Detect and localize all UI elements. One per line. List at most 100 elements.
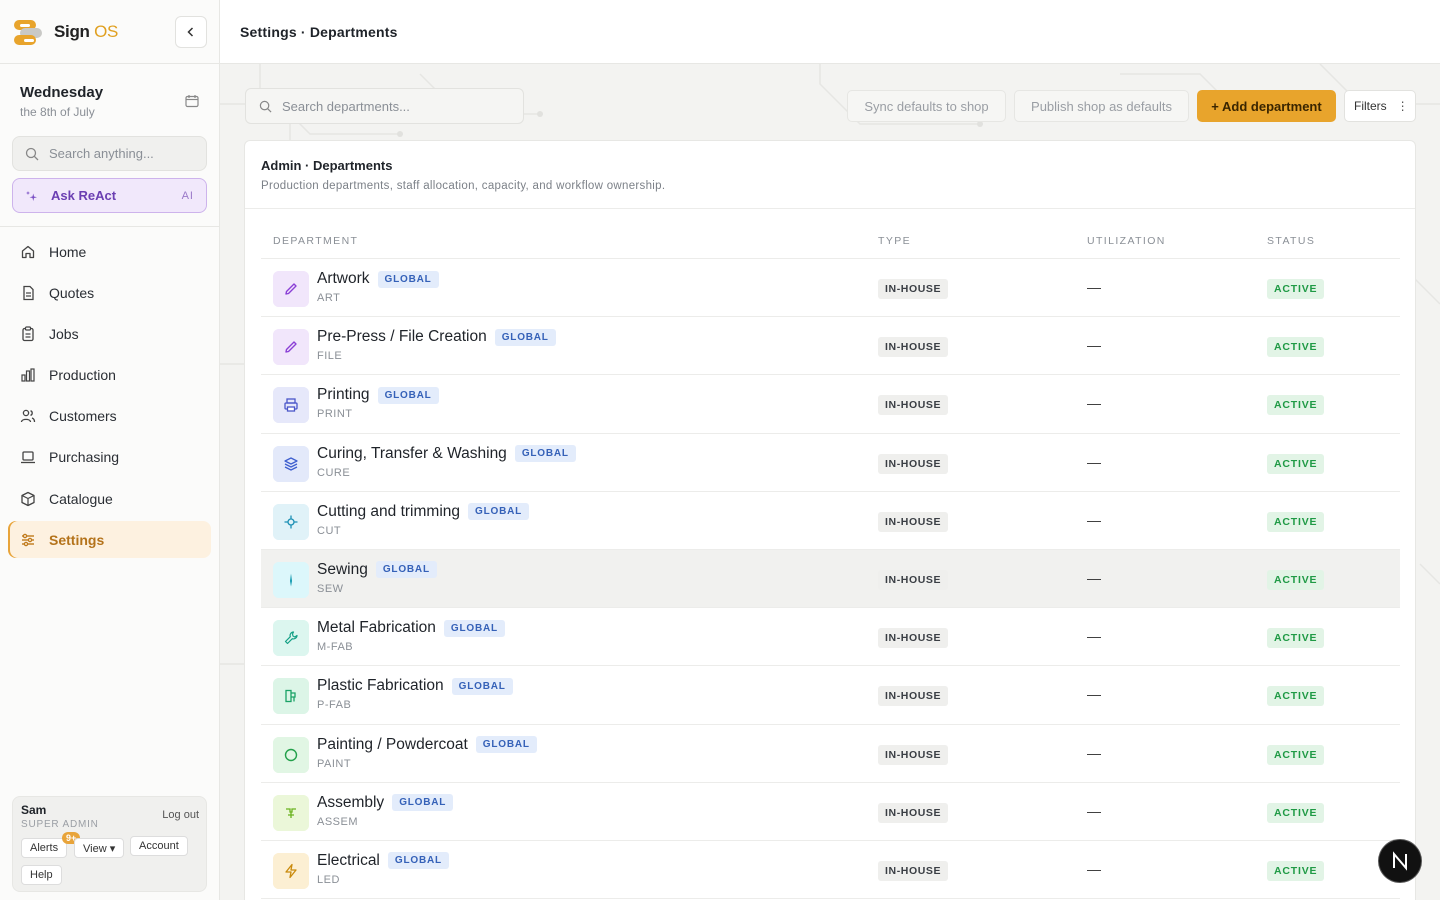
table-row[interactable]: Cutting and trimming GLOBAL CUT IN-HOUSE… bbox=[261, 492, 1400, 550]
table-row[interactable]: Metal Fabrication GLOBAL M-FAB IN-HOUSE … bbox=[261, 608, 1400, 667]
column-header-type[interactable]: TYPE bbox=[878, 235, 911, 247]
status-badge: ACTIVE bbox=[1267, 511, 1325, 532]
filters-button[interactable]: Filters ⋮ bbox=[1344, 90, 1416, 122]
global-badge: GLOBAL bbox=[475, 736, 537, 753]
status-badge: ACTIVE bbox=[1267, 802, 1325, 823]
calendar-icon[interactable] bbox=[185, 94, 199, 113]
publish-defaults-button[interactable]: Publish shop as defaults bbox=[1014, 90, 1189, 122]
department-name[interactable]: Electrical bbox=[317, 852, 380, 870]
assembly-icon bbox=[273, 794, 309, 831]
sidebar-item-quotes[interactable]: Quotes bbox=[8, 274, 211, 311]
table-row[interactable]: Sewing GLOBAL SEW IN-HOUSE — ACTIVE bbox=[261, 549, 1400, 609]
table-row[interactable]: Electrical GLOBAL LED IN-HOUSE — ACTIVE bbox=[261, 841, 1400, 900]
department-name-cell: Painting / Powdercoat GLOBAL bbox=[317, 736, 537, 754]
card-header: Admin · Departments Production departmen… bbox=[245, 141, 1415, 209]
sidebar-item-label: Quotes bbox=[49, 284, 95, 301]
type-badge: IN-HOUSE bbox=[878, 802, 949, 823]
departments-table-body: Artwork GLOBAL ART IN-HOUSE — ACTIVE Pre… bbox=[261, 259, 1400, 900]
global-badge: GLOBAL bbox=[377, 270, 439, 288]
sidebar-item-purchasing[interactable]: Purchasing bbox=[8, 439, 211, 476]
sidebar-item-customers[interactable]: Customers bbox=[8, 398, 211, 435]
sliders-icon bbox=[20, 532, 36, 548]
department-code: PAINT bbox=[317, 757, 352, 770]
brand-name-main: Sign bbox=[54, 21, 90, 41]
pencil-icon bbox=[273, 271, 309, 307]
department-code: FILE bbox=[317, 350, 343, 363]
status-badge: ACTIVE bbox=[1267, 686, 1325, 707]
department-search-input[interactable]: Search departments... bbox=[245, 88, 524, 124]
department-name[interactable]: Assembly bbox=[317, 794, 384, 812]
department-name-cell: Metal Fabrication GLOBAL bbox=[317, 619, 505, 637]
status-badge: ACTIVE bbox=[1267, 744, 1325, 765]
sidebar-item-home[interactable]: Home bbox=[8, 233, 211, 270]
floating-action-button[interactable] bbox=[1379, 840, 1421, 882]
table-row[interactable]: Curing, Transfer & Washing GLOBAL CURE I… bbox=[261, 434, 1400, 492]
alerts-button[interactable]: Alerts 9+ bbox=[21, 832, 81, 858]
sidebar-search-input[interactable]: Search anything... bbox=[12, 136, 207, 171]
department-name[interactable]: Metal Fabrication bbox=[317, 619, 436, 637]
department-name[interactable]: Printing bbox=[317, 386, 370, 404]
pencil-icon bbox=[273, 329, 309, 366]
global-badge: GLOBAL bbox=[443, 619, 505, 637]
utilization-value: — bbox=[1087, 802, 1101, 819]
table-row[interactable]: Artwork GLOBAL ART IN-HOUSE — ACTIVE bbox=[261, 259, 1400, 318]
column-header-department[interactable]: DEPARTMENT bbox=[273, 235, 358, 247]
collapse-sidebar-button[interactable] bbox=[175, 15, 207, 48]
sidebar-item-jobs[interactable]: Jobs bbox=[8, 315, 211, 352]
user-card: Sam SUPER ADMIN Log out Alerts 9+ View ▾… bbox=[12, 796, 207, 892]
more-vertical-icon: ⋮ bbox=[1396, 99, 1409, 113]
status-badge: ACTIVE bbox=[1267, 860, 1325, 881]
type-badge: IN-HOUSE bbox=[878, 511, 949, 532]
brand-name: Sign OS bbox=[54, 22, 118, 42]
sidebar-item-settings[interactable]: Settings bbox=[8, 521, 211, 559]
department-name-cell: Curing, Transfer & Washing GLOBAL bbox=[317, 445, 576, 463]
account-button[interactable]: Account bbox=[130, 836, 188, 856]
sidebar-item-label: Production bbox=[49, 367, 116, 384]
department-name[interactable]: Sewing bbox=[317, 561, 368, 579]
department-name[interactable]: Curing, Transfer & Washing bbox=[317, 445, 507, 463]
table-row[interactable]: Plastic Fabrication GLOBAL P-FAB IN-HOUS… bbox=[261, 666, 1400, 725]
utilization-value: — bbox=[1087, 337, 1101, 354]
table-row[interactable]: Pre-Press / File Creation GLOBAL FILE IN… bbox=[261, 317, 1400, 376]
type-badge: IN-HOUSE bbox=[878, 569, 949, 590]
needle-icon bbox=[273, 561, 309, 598]
department-name-cell: Cutting and trimming GLOBAL bbox=[317, 503, 530, 521]
brand-logo-icon[interactable] bbox=[14, 18, 42, 46]
department-name-cell: Assembly GLOBAL bbox=[317, 794, 454, 812]
department-code: ASSEM bbox=[317, 815, 359, 828]
type-badge: IN-HOUSE bbox=[878, 686, 949, 707]
laptop-icon bbox=[20, 449, 36, 465]
sidebar: Sign OS Wednesday the 8th of July Search… bbox=[0, 0, 220, 900]
status-badge: ACTIVE bbox=[1267, 395, 1325, 416]
departments-card: Admin · Departments Production departmen… bbox=[244, 140, 1416, 900]
sidebar-item-label: Jobs bbox=[49, 325, 79, 342]
sidebar-item-label: Catalogue bbox=[49, 490, 113, 507]
column-header-utilization[interactable]: UTILIZATION bbox=[1087, 235, 1166, 247]
department-name[interactable]: Plastic Fabrication bbox=[317, 677, 444, 695]
table-row[interactable]: Printing GLOBAL PRINT IN-HOUSE — ACTIVE bbox=[261, 375, 1400, 434]
department-code: P-FAB bbox=[317, 699, 352, 712]
department-name[interactable]: Painting / Powdercoat bbox=[317, 736, 468, 754]
sidebar-item-catalogue[interactable]: Catalogue bbox=[8, 480, 211, 517]
chevron-left-icon bbox=[187, 26, 194, 37]
department-name[interactable]: Artwork bbox=[317, 270, 370, 288]
n-logo-icon bbox=[1393, 851, 1407, 871]
help-button[interactable]: Help bbox=[21, 865, 62, 885]
table-row[interactable]: Assembly GLOBAL ASSEM IN-HOUSE — ACTIVE bbox=[261, 783, 1400, 841]
view-dropdown[interactable]: View ▾ bbox=[74, 838, 125, 858]
top-bar: Settings · Departments bbox=[220, 0, 1440, 64]
department-name[interactable]: Cutting and trimming bbox=[317, 503, 460, 521]
add-department-button[interactable]: + Add department bbox=[1197, 90, 1336, 122]
global-badge: GLOBAL bbox=[494, 328, 556, 346]
department-name[interactable]: Pre-Press / File Creation bbox=[317, 328, 487, 346]
date-subtitle: the 8th of July bbox=[20, 105, 95, 119]
logout-link[interactable]: Log out bbox=[162, 809, 199, 821]
ask-react-button[interactable]: Ask ReAct AI bbox=[12, 178, 207, 213]
column-header-status[interactable]: STATUS bbox=[1267, 235, 1315, 247]
department-name-cell: Artwork GLOBAL bbox=[317, 270, 439, 288]
sidebar-item-production[interactable]: Production bbox=[8, 357, 211, 394]
date-day: Wednesday bbox=[20, 84, 104, 101]
type-badge: IN-HOUSE bbox=[878, 453, 949, 474]
sync-defaults-button[interactable]: Sync defaults to shop bbox=[847, 90, 1006, 122]
table-row[interactable]: Painting / Powdercoat GLOBAL PAINT IN-HO… bbox=[261, 725, 1400, 783]
